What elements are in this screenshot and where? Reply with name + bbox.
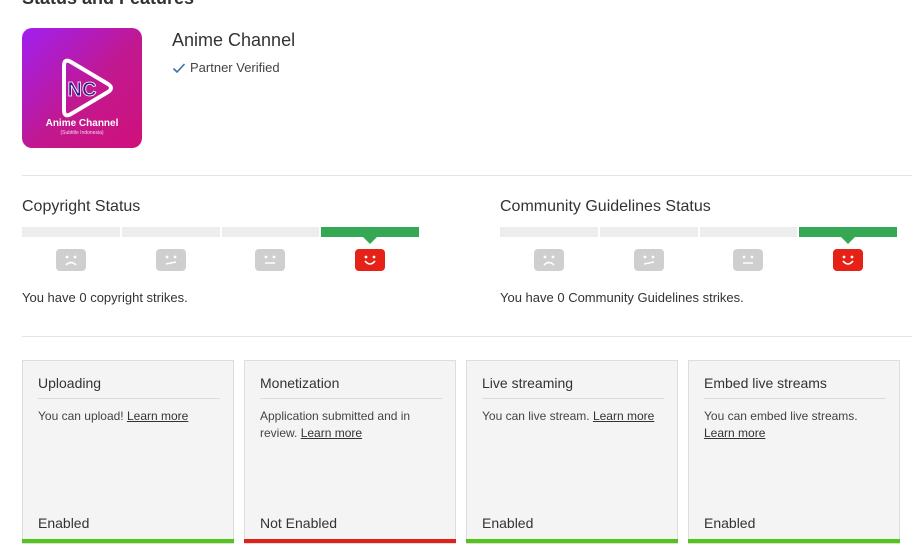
feature-card-live-streaming: Live streaming You can live stream. Lear… [466,360,678,544]
strike-segment [699,227,798,237]
verified-label: Partner Verified [190,60,280,75]
neutral-face-icon [255,249,286,271]
strike-segment [500,227,598,237]
happy-face-icon [833,249,864,271]
feature-title: Embed live streams [704,375,886,399]
feature-title: Uploading [38,375,220,399]
page-heading: Status and Features [22,0,194,9]
community-status-section: Community Guidelines Status You have 0 C… [500,196,900,306]
feature-description: You can embed live streams. Learn more [704,408,886,442]
community-faces [500,249,897,271]
strike-segment [221,227,320,237]
neutral-face-icon [733,249,764,271]
feature-text: You can live stream. [482,409,593,423]
feature-description: You can upload! Learn more [38,408,220,425]
sad-face-icon [533,249,564,271]
learn-more-link[interactable]: Learn more [593,409,654,423]
feature-card-embed-live-streams: Embed live streams You can embed live st… [688,360,900,544]
feature-status: Enabled [38,515,90,531]
learn-more-link[interactable]: Learn more [127,409,188,423]
divider [22,175,912,176]
channel-logo: NC Anime Channel (Subtitle Indonesia) [22,28,142,148]
feature-text: You can embed live streams. [704,409,858,423]
learn-more-link[interactable]: Learn more [301,426,362,440]
copyright-strike-bar [22,227,419,244]
strike-segment [121,227,220,237]
copyright-faces [22,249,419,271]
copyright-status-message: You have 0 copyright strikes. [22,290,188,305]
feature-status-bar [244,539,456,543]
community-strike-bar [500,227,897,244]
checkmark-icon [172,62,186,73]
feature-text: You can upload! [38,409,127,423]
feature-card-monetization: Monetization Application submitted and i… [244,360,456,544]
happy-face-icon [355,249,386,271]
feature-status-bar [22,539,234,543]
feature-card-uploading: Uploading You can upload! Learn more Ena… [22,360,234,544]
feature-status: Not Enabled [260,515,338,531]
channel-name: Anime Channel [172,30,296,50]
copyright-status-section: Copyright Status You have 0 copyright st… [22,196,422,306]
strike-segment [321,227,419,244]
divider [22,336,912,337]
feature-status-bar [688,539,900,543]
strike-segment [799,227,897,244]
community-status-title: Community Guidelines Status [500,198,711,215]
logo-subtitle: (Subtitle Indonesia) [60,130,104,136]
community-status-message: You have 0 Community Guidelines strikes. [500,290,744,305]
feature-title: Live streaming [482,375,664,399]
logo-title: Anime Channel [45,118,119,129]
feature-status-bar [466,539,678,543]
learn-more-link[interactable]: Learn more [704,426,765,440]
copyright-status-title: Copyright Status [22,198,141,215]
feature-title: Monetization [260,375,442,399]
feature-status: Enabled [482,515,534,531]
meh-face-icon [155,249,186,271]
feature-description: You can live stream. Learn more [482,408,664,425]
feature-description: Application submitted and in review. Lea… [260,408,442,442]
verified-badge: Partner Verified [172,60,280,75]
strike-segment [599,227,698,237]
logo-monogram: NC [68,79,97,101]
meh-face-icon [633,249,664,271]
sad-face-icon [55,249,86,271]
strike-segment [22,227,120,237]
feature-status: Enabled [704,515,756,531]
